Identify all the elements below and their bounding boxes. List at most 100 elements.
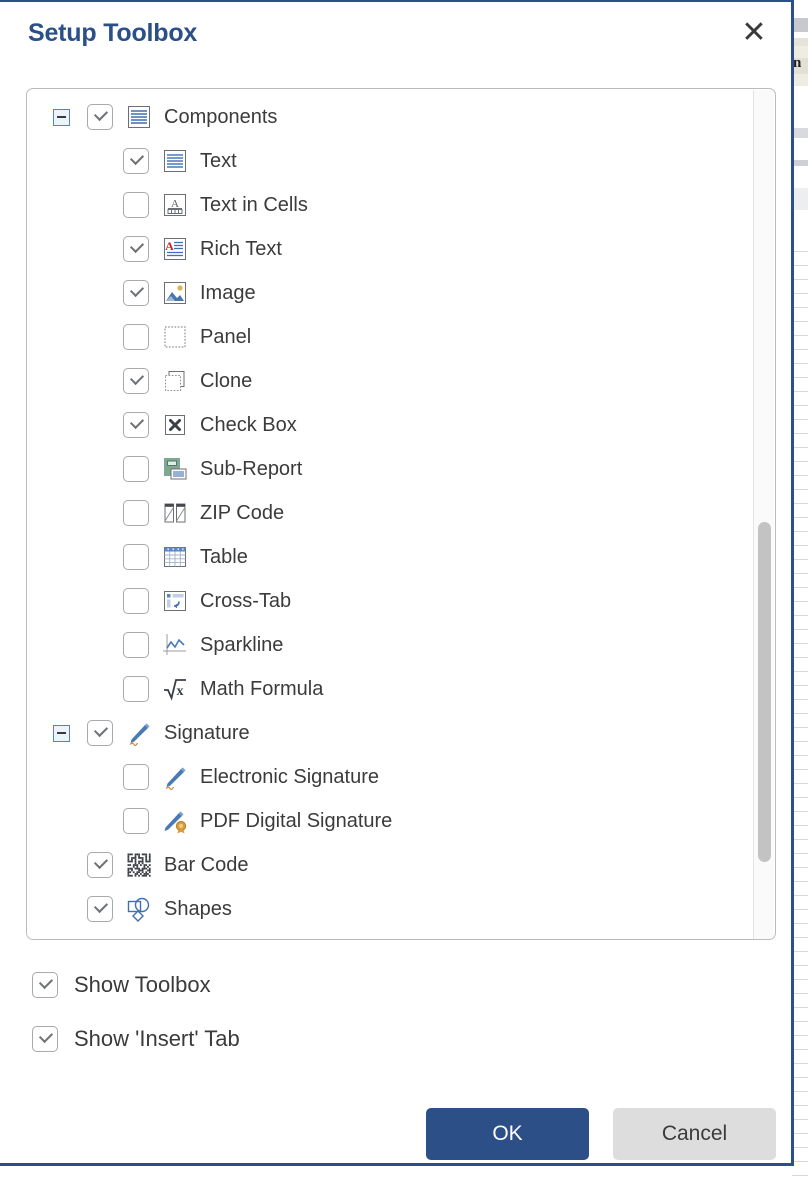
tree-row[interactable]: Clone — [27, 359, 753, 403]
tree-row[interactable]: Sparkline — [27, 623, 753, 667]
components-tree-panel: Components Text A Text in Cells A Rich Text Im… — [26, 88, 776, 940]
page-title: Setup Toolbox — [28, 18, 198, 47]
shapes-icon — [125, 895, 153, 923]
tree-item-label: Cross-Tab — [200, 589, 292, 612]
tree-item-checkbox[interactable] — [87, 104, 113, 130]
tree-item-label: Sparkline — [200, 633, 284, 656]
tree-item-label: Table — [200, 545, 248, 568]
show-toolbox-checkbox[interactable] — [32, 972, 58, 998]
tree-scrollbar[interactable] — [753, 90, 774, 939]
tree-item-checkbox[interactable] — [123, 148, 149, 174]
dialog-titlebar: Setup Toolbox ✕ — [0, 0, 791, 66]
rich-text-icon: A — [161, 235, 189, 263]
table-icon — [161, 543, 189, 571]
math-formula-icon: x — [161, 675, 189, 703]
tree-row[interactable]: Bar Code — [27, 843, 753, 887]
tree-item-checkbox[interactable] — [123, 676, 149, 702]
sub-report-icon — [161, 455, 189, 483]
tree-item-label: Bar Code — [164, 853, 249, 876]
tree-row[interactable]: Check Box — [27, 403, 753, 447]
collapse-minus-icon[interactable] — [53, 108, 70, 126]
option-show-insert-tab[interactable]: Show 'Insert' Tab — [32, 1026, 240, 1052]
setup-toolbox-dialog: Setup Toolbox ✕ Components Text A Text in C… — [0, 0, 794, 1166]
show-insert-tab-label: Show 'Insert' Tab — [74, 1026, 240, 1051]
pdf-signature-icon — [161, 807, 189, 835]
tree-item-checkbox[interactable] — [123, 632, 149, 658]
cancel-button[interactable]: Cancel — [613, 1108, 776, 1160]
tree-row[interactable]: x Math Formula — [27, 667, 753, 711]
tree-row[interactable]: Sub-Report — [27, 447, 753, 491]
bar-code-icon — [125, 851, 153, 879]
tree-row[interactable]: Electronic Signature — [27, 755, 753, 799]
tree-list: Components Text A Text in Cells A Rich Text Im… — [27, 95, 753, 931]
tree-row[interactable]: A Rich Text — [27, 227, 753, 271]
option-show-toolbox[interactable]: Show Toolbox — [32, 972, 211, 998]
text-in-cells-icon: A — [161, 191, 189, 219]
show-toolbox-label: Show Toolbox — [74, 972, 211, 997]
tree-item-checkbox[interactable] — [123, 500, 149, 526]
dialog-footer: OK Cancel — [0, 1108, 791, 1162]
tree-row[interactable]: PDF Digital Signature — [27, 799, 753, 843]
tree-item-checkbox[interactable] — [123, 764, 149, 790]
background-glyph: n — [793, 55, 802, 71]
tree-row[interactable]: Panel — [27, 315, 753, 359]
cross-tab-icon — [161, 587, 189, 615]
tree-row[interactable]: Text — [27, 139, 753, 183]
svg-text:A: A — [165, 239, 174, 253]
tree-item-checkbox[interactable] — [123, 368, 149, 394]
tree-item-checkbox[interactable] — [123, 236, 149, 262]
tree-row[interactable]: Cross-Tab — [27, 579, 753, 623]
sparkline-icon — [161, 631, 189, 659]
close-icon[interactable]: ✕ — [735, 14, 773, 52]
tree-item-checkbox[interactable] — [123, 456, 149, 482]
tree-item-label: PDF Digital Signature — [200, 809, 393, 832]
tree-row[interactable]: Image — [27, 271, 753, 315]
tree-item-label: Image — [200, 281, 256, 304]
tree-item-label: Text — [200, 149, 237, 172]
tree-item-label: Electronic Signature — [200, 765, 379, 788]
background-spreadsheet-grid — [792, 238, 808, 1188]
svg-text:x: x — [177, 684, 184, 699]
zip-code-icon — [161, 499, 189, 527]
tree-item-label: Math Formula — [200, 677, 324, 700]
signature-icon — [125, 719, 153, 747]
tree-item-checkbox[interactable] — [123, 412, 149, 438]
tree-scrollbar-thumb[interactable] — [758, 522, 771, 862]
signature-icon — [161, 763, 189, 791]
tree-row[interactable]: Components — [27, 95, 753, 139]
tree-item-label: Rich Text — [200, 237, 282, 260]
tree-item-label: Signature — [164, 721, 250, 744]
tree-item-label: Sub-Report — [200, 457, 303, 480]
tree-item-checkbox[interactable] — [123, 588, 149, 614]
tree-item-label: Components — [164, 105, 278, 128]
tree-item-checkbox[interactable] — [123, 192, 149, 218]
text-lines-icon — [161, 147, 189, 175]
tree-item-checkbox[interactable] — [123, 544, 149, 570]
text-lines-icon — [125, 103, 153, 131]
tree-item-label: ZIP Code — [200, 501, 285, 524]
tree-row[interactable]: ZIP Code — [27, 491, 753, 535]
tree-row[interactable]: Signature — [27, 711, 753, 755]
tree-scroll-area: Components Text A Text in Cells A Rich Text Im… — [27, 89, 753, 939]
tree-item-checkbox[interactable] — [123, 808, 149, 834]
image-icon — [161, 279, 189, 307]
show-insert-tab-checkbox[interactable] — [32, 1026, 58, 1052]
tree-item-checkbox[interactable] — [87, 852, 113, 878]
tree-item-checkbox[interactable] — [123, 324, 149, 350]
panel-icon — [161, 323, 189, 351]
tree-item-label: Clone — [200, 369, 253, 392]
tree-item-checkbox[interactable] — [87, 896, 113, 922]
check-box-icon — [161, 411, 189, 439]
tree-row[interactable]: Shapes — [27, 887, 753, 931]
tree-row[interactable]: A Text in Cells — [27, 183, 753, 227]
tree-row[interactable]: Table — [27, 535, 753, 579]
tree-item-checkbox[interactable] — [123, 280, 149, 306]
tree-item-label: Text in Cells — [200, 193, 308, 216]
tree-item-label: Check Box — [200, 413, 297, 436]
ok-button[interactable]: OK — [426, 1108, 589, 1160]
collapse-minus-icon[interactable] — [53, 724, 70, 742]
clone-icon — [161, 367, 189, 395]
tree-item-label: Panel — [200, 325, 252, 348]
tree-item-checkbox[interactable] — [87, 720, 113, 746]
tree-item-label: Shapes — [164, 897, 232, 920]
